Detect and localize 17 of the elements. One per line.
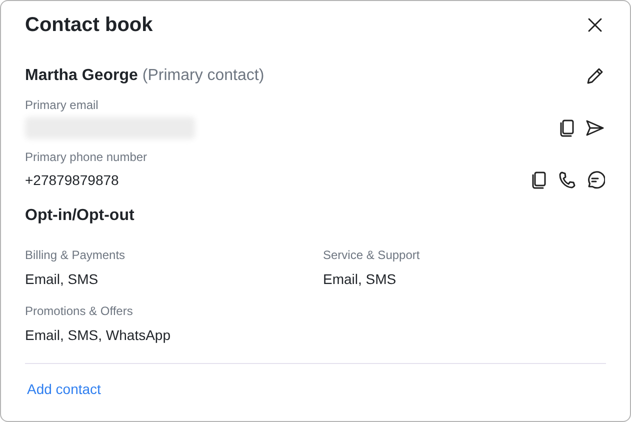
add-contact-link[interactable]: Add contact [27, 381, 101, 397]
field-label: Billing & Payments [25, 247, 126, 263]
contact-name: Martha George (Primary contact) [25, 67, 264, 85]
field-label: Promotions & Offers [25, 303, 134, 319]
field-value: Email, SMS, WhatsApp [25, 326, 172, 345]
field-label: Service & Support [323, 247, 421, 263]
field-label: Primary email [25, 97, 100, 113]
dialog-title: Contact book [25, 14, 153, 36]
phone-icon[interactable] [557, 170, 577, 190]
send-icon[interactable] [585, 118, 605, 138]
pencil-icon[interactable] [585, 66, 605, 86]
field-label: Primary phone number [25, 149, 148, 165]
field-value: Email, SMS [25, 270, 100, 289]
section-heading: Opt-in/Opt-out [25, 207, 136, 225]
field-value: +27879879878 [25, 171, 119, 190]
chat-icon[interactable] [585, 170, 605, 190]
field-value: Email, SMS [323, 270, 398, 289]
